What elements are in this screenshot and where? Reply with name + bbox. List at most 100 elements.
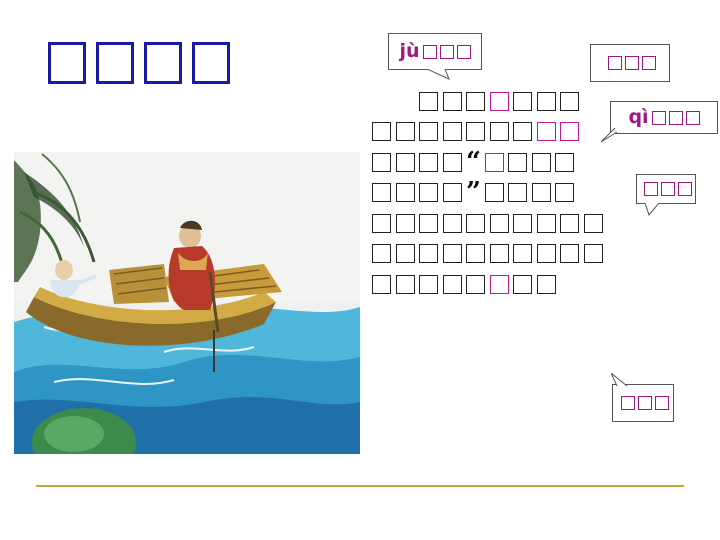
passage-glyph xyxy=(419,274,438,294)
pinyin-label: jù xyxy=(399,40,420,62)
passage-glyph xyxy=(555,183,574,203)
passage-glyph xyxy=(531,152,551,172)
passage-glyph xyxy=(419,122,438,142)
passage-glyph xyxy=(442,122,462,142)
passage-glyph xyxy=(419,152,438,172)
annotation-callout-2 xyxy=(636,174,696,217)
highlighted-glyph xyxy=(536,122,556,142)
passage-glyph xyxy=(583,213,603,233)
passage-glyph xyxy=(419,213,438,233)
passage-glyph xyxy=(513,274,532,294)
callout-tail xyxy=(601,128,618,143)
passage-glyph xyxy=(395,244,415,264)
callout-glyph xyxy=(643,182,658,196)
passage-text: “” xyxy=(372,86,612,300)
boat-illustration xyxy=(14,152,360,454)
passage-glyph xyxy=(484,183,504,203)
passage-line xyxy=(372,239,612,270)
pinyin-label: qì xyxy=(628,106,649,128)
passage-glyph xyxy=(560,91,579,111)
callout-glyph xyxy=(607,56,622,70)
callout-glyph xyxy=(677,182,692,196)
passage-glyph xyxy=(489,122,509,142)
callout-glyph xyxy=(456,44,471,59)
callout-tail xyxy=(611,373,628,387)
callout-glyph xyxy=(637,396,652,410)
passage-glyph xyxy=(395,122,415,142)
passage-glyph xyxy=(372,244,391,264)
passage-glyph xyxy=(536,91,556,111)
passage-glyph xyxy=(536,244,556,264)
title-glyph xyxy=(192,42,230,84)
close-quote: ” xyxy=(466,177,481,208)
passage-glyph xyxy=(531,183,551,203)
passage-glyph xyxy=(372,183,391,203)
passage-line xyxy=(372,86,612,117)
passage-glyph xyxy=(372,213,391,233)
passage-glyph xyxy=(372,122,391,142)
callout-glyph xyxy=(620,396,635,410)
passage-glyph xyxy=(489,244,509,264)
highlighted-glyph xyxy=(489,274,509,294)
passage-glyph xyxy=(372,152,391,172)
passage-glyph xyxy=(536,213,556,233)
callout-tail xyxy=(427,69,450,80)
passage-glyph xyxy=(513,122,532,142)
title-glyph xyxy=(96,42,134,84)
passage-glyph xyxy=(513,91,532,111)
passage-glyph xyxy=(442,183,462,203)
passage-glyph xyxy=(442,152,462,172)
passage-glyph xyxy=(466,91,485,111)
callout-glyph xyxy=(660,182,675,196)
callout-glyph xyxy=(624,56,639,70)
passage-line xyxy=(372,269,612,300)
passage-glyph xyxy=(395,183,415,203)
passage-glyph xyxy=(442,274,462,294)
passage-glyph xyxy=(442,213,462,233)
slide-title xyxy=(48,42,230,84)
passage-glyph xyxy=(466,122,485,142)
title-glyph xyxy=(144,42,182,84)
passage-glyph xyxy=(555,152,574,172)
passage-glyph xyxy=(583,244,603,264)
passage-line xyxy=(372,117,612,148)
passage-glyph xyxy=(466,213,485,233)
passage-glyph xyxy=(442,91,462,111)
callout-glyph xyxy=(651,110,666,125)
passage-glyph xyxy=(419,244,438,264)
passage-glyph xyxy=(419,183,438,203)
passage-glyph xyxy=(419,91,438,111)
callout-tail xyxy=(645,203,660,217)
passage-glyph xyxy=(442,244,462,264)
callout-glyph xyxy=(422,44,437,59)
passage-line xyxy=(372,208,612,239)
annotation-callout-1 xyxy=(590,44,670,82)
passage-glyph xyxy=(489,213,509,233)
passage-line: “ xyxy=(372,147,612,178)
highlighted-glyph xyxy=(560,122,579,142)
passage-glyph xyxy=(395,274,415,294)
open-quote: “ xyxy=(466,146,481,177)
callout-glyph xyxy=(641,56,656,70)
passage-glyph xyxy=(536,274,556,294)
callout-glyph xyxy=(685,110,700,125)
passage-glyph xyxy=(513,213,532,233)
passage-line: ” xyxy=(372,178,612,209)
passage-glyph xyxy=(466,274,485,294)
passage-glyph xyxy=(513,244,532,264)
annotation-callout-qi: qì xyxy=(601,101,718,143)
footer-divider xyxy=(36,485,684,487)
callout-glyph xyxy=(668,110,683,125)
callout-glyph xyxy=(439,44,454,59)
title-glyph xyxy=(48,42,86,84)
passage-glyph xyxy=(395,152,415,172)
highlighted-glyph xyxy=(489,91,509,111)
passage-glyph xyxy=(508,183,527,203)
passage-glyph xyxy=(560,213,579,233)
passage-glyph xyxy=(560,244,579,264)
passage-glyph xyxy=(508,152,527,172)
passage-glyph xyxy=(372,274,391,294)
highlighted-glyph xyxy=(484,152,504,172)
annotation-callout-ju: jù xyxy=(388,33,482,80)
annotation-callout-3 xyxy=(611,373,674,422)
